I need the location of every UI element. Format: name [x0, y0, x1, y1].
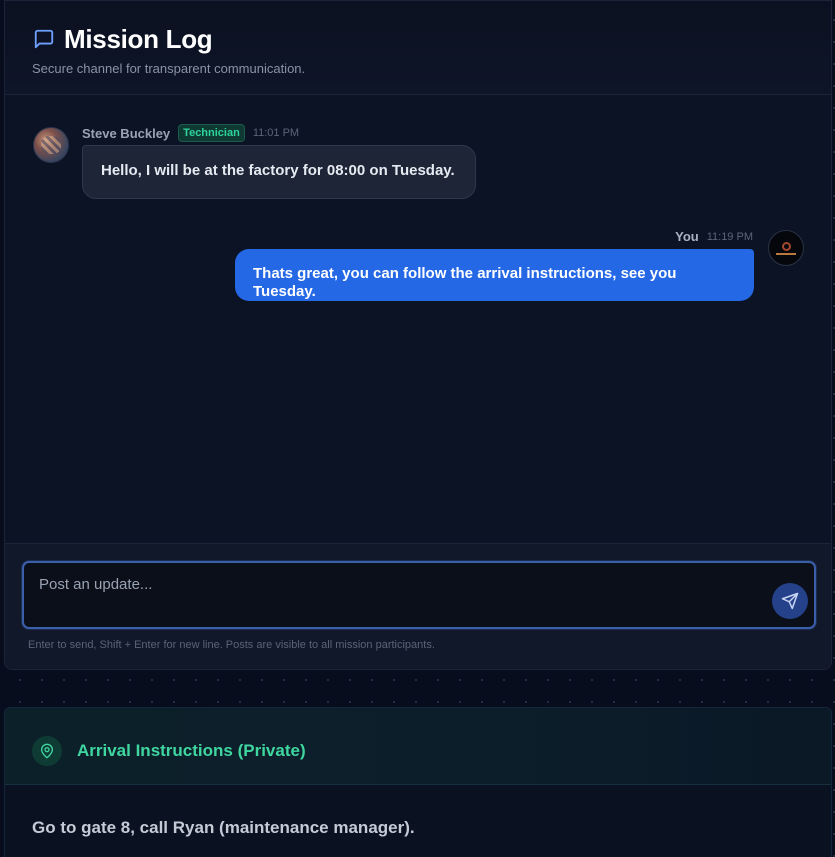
arrival-body: Go to gate 8, call Ryan (maintenance man… — [32, 818, 415, 837]
logo-bar — [776, 252, 796, 255]
logo-icon — [781, 241, 791, 251]
panel-header: Mission Log Secure channel for transpare… — [5, 1, 831, 95]
role-badge: Technician — [178, 124, 245, 142]
avatar[interactable] — [768, 230, 804, 266]
map-pin-icon — [32, 736, 62, 766]
message-meta: Steve Buckley Technician 11:01 PM — [82, 124, 299, 142]
message-bubble-outgoing: Thats great, you can follow the arrival … — [235, 249, 754, 301]
message-time: 11:19 PM — [706, 230, 753, 243]
avatar[interactable] — [33, 127, 69, 163]
composer-hint: Enter to send, Shift + Enter for new lin… — [28, 639, 435, 651]
input-placeholder: Post an update... — [39, 576, 153, 593]
message-bubble-incoming: Hello, I will be at the factory for 08:0… — [82, 145, 476, 199]
sender-name: You — [675, 229, 699, 244]
sender-name: Steve Buckley — [82, 125, 171, 141]
composer: Post an update... Enter to send, Shift +… — [5, 543, 831, 669]
arrival-instructions-panel: Arrival Instructions (Private) Go to gat… — [4, 707, 832, 857]
arrival-title: Arrival Instructions (Private) — [77, 741, 306, 760]
message-time: 11:01 PM — [252, 127, 300, 139]
arrival-header: Arrival Instructions (Private) — [5, 708, 831, 785]
message-list: Steve Buckley Technician 11:01 PM Hello,… — [5, 96, 831, 543]
send-button[interactable] — [772, 583, 808, 619]
page-title: Mission Log — [64, 24, 213, 54]
page-subtitle: Secure channel for transparent communica… — [32, 61, 306, 76]
mission-log-panel: Mission Log Secure channel for transpare… — [4, 0, 832, 670]
message-square-icon — [34, 29, 54, 49]
send-icon — [781, 592, 799, 610]
message-meta: You 11:19 PM — [675, 229, 753, 244]
message-input[interactable]: Post an update... — [22, 561, 816, 629]
